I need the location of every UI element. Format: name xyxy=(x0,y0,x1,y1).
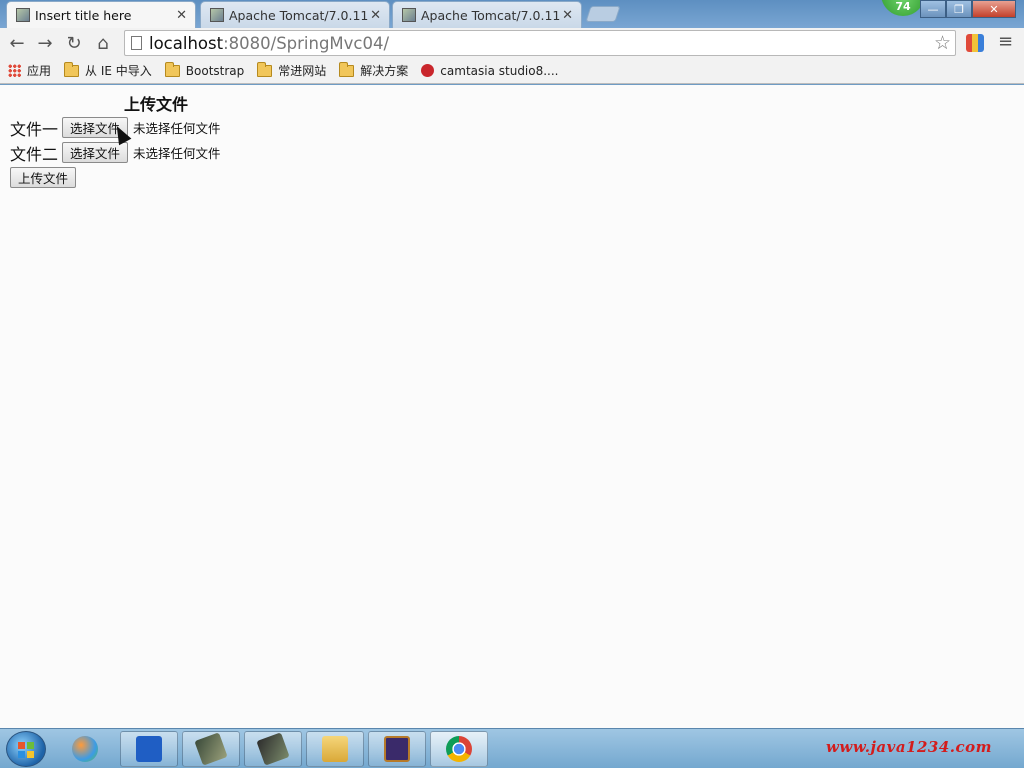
extension-icon[interactable] xyxy=(966,34,984,52)
tab-strip: Insert title here ✕ Apache Tomcat/7.0.11… xyxy=(0,0,1024,29)
taskbar-item[interactable] xyxy=(120,731,178,767)
bookmark-label: camtasia studio8.... xyxy=(440,63,559,78)
file-label: 文件一 xyxy=(10,119,59,139)
taskbar-item[interactable] xyxy=(368,731,426,767)
page-icon xyxy=(131,36,142,50)
watermark-text: www.java1234.com xyxy=(826,738,993,756)
back-arrow-icon[interactable]: ← xyxy=(6,32,28,54)
bookmark-label: 解决方案 xyxy=(360,64,409,78)
close-icon[interactable]: ✕ xyxy=(562,8,573,23)
folder-icon xyxy=(339,61,355,77)
submit-row: 上传文件 xyxy=(10,166,221,188)
taskbar-item[interactable] xyxy=(244,731,302,767)
taskbar-item[interactable] xyxy=(182,731,240,767)
url-host: localhost xyxy=(149,33,224,53)
page-favicon-icon xyxy=(402,8,416,22)
file-status: 未选择任何文件 xyxy=(133,121,221,136)
bookmark-label: 常进网站 xyxy=(278,64,327,78)
bookmark-camtasia[interactable]: camtasia studio8.... xyxy=(421,63,559,78)
tab-insert-title[interactable]: Insert title here ✕ xyxy=(6,1,196,29)
folder-icon xyxy=(257,61,273,77)
minimize-button[interactable]: — xyxy=(920,0,946,18)
folder-icon xyxy=(64,61,80,77)
window-controls: — ❐ ✕ xyxy=(920,0,1016,18)
address-bar[interactable]: localhost:8080/SpringMvc04/ ☆ xyxy=(124,30,956,56)
home-icon[interactable]: ⌂ xyxy=(92,32,114,54)
upload-submit-button[interactable]: 上传文件 xyxy=(10,166,77,188)
bookmark-apps[interactable]: 应用 xyxy=(8,62,51,79)
close-icon[interactable]: ✕ xyxy=(176,8,187,23)
app-icon-3 xyxy=(194,732,228,766)
tab-tomcat-2[interactable]: Apache Tomcat/7.0.11 ✕ xyxy=(392,1,582,28)
bookmarks-bar: 应用 从 IE 中导入 Bootstrap 常进网站 解决方案 camtasia… xyxy=(0,58,1024,84)
page-title: 上传文件 xyxy=(124,95,189,114)
window-close-button[interactable]: ✕ xyxy=(972,0,1016,18)
bookmark-common-sites[interactable]: 常进网站 xyxy=(257,61,327,79)
bookmark-label: 从 IE 中导入 xyxy=(85,64,152,78)
file-status: 未选择任何文件 xyxy=(133,146,221,161)
tab-title: Insert title here xyxy=(35,8,132,23)
tab-title: Apache Tomcat/7.0.11 xyxy=(421,7,561,23)
apps-grid-icon xyxy=(8,64,21,77)
file-label: 文件二 xyxy=(10,144,59,164)
menu-icon[interactable]: ≡ xyxy=(998,31,1013,52)
bookmark-label: 应用 xyxy=(27,64,52,78)
taskbar-item[interactable] xyxy=(56,731,114,767)
file-row-2: 文件二 选择文件 未选择任何文件 xyxy=(10,140,221,165)
page-favicon-icon xyxy=(210,8,224,22)
notification-badge: 74 xyxy=(881,0,925,16)
reload-icon[interactable]: ↻ xyxy=(63,32,85,54)
windows-taskbar: www.java1234.com xyxy=(0,728,1024,768)
restore-button[interactable]: ❐ xyxy=(946,0,972,18)
wps-writer-icon xyxy=(136,736,162,762)
tab-tomcat-1[interactable]: Apache Tomcat/7.0.11 ✕ xyxy=(200,1,390,28)
ball-app-icon xyxy=(72,736,98,762)
start-button[interactable] xyxy=(6,731,46,767)
bookmark-solutions[interactable]: 解决方案 xyxy=(339,61,409,79)
page-viewport: 上传文件 文件一 选择文件 未选择任何文件 文件二 选择文件 未选择任何文件 上… xyxy=(0,85,1024,728)
folder-icon xyxy=(164,61,180,77)
bookmark-star-icon[interactable]: ☆ xyxy=(934,32,951,54)
bookmark-label: Bootstrap xyxy=(185,63,245,78)
close-icon[interactable]: ✕ xyxy=(370,8,381,23)
upload-form: 上传文件 文件一 选择文件 未选择任何文件 文件二 选择文件 未选择任何文件 上… xyxy=(10,95,221,188)
file-explorer-icon xyxy=(322,736,348,762)
java-ee-ide-icon xyxy=(384,736,410,762)
taskbar-item[interactable] xyxy=(430,731,488,767)
bookmark-import-ie[interactable]: 从 IE 中导入 xyxy=(64,61,152,79)
forward-arrow-icon[interactable]: → xyxy=(34,32,56,54)
chrome-icon xyxy=(446,736,472,762)
camtasia-icon xyxy=(421,64,435,77)
new-tab-button[interactable] xyxy=(585,6,621,22)
tab-title: Apache Tomcat/7.0.11 xyxy=(229,7,369,23)
taskbar-item[interactable] xyxy=(306,731,364,767)
page-favicon-icon xyxy=(16,8,30,22)
bookmark-bootstrap[interactable]: Bootstrap xyxy=(164,61,245,78)
app-icon-4 xyxy=(256,732,290,766)
browser-toolbar: ← → ↻ ⌂ localhost:8080/SpringMvc04/ ☆ ≡ xyxy=(0,28,1024,58)
url-path: :8080/SpringMvc04/ xyxy=(223,33,390,53)
